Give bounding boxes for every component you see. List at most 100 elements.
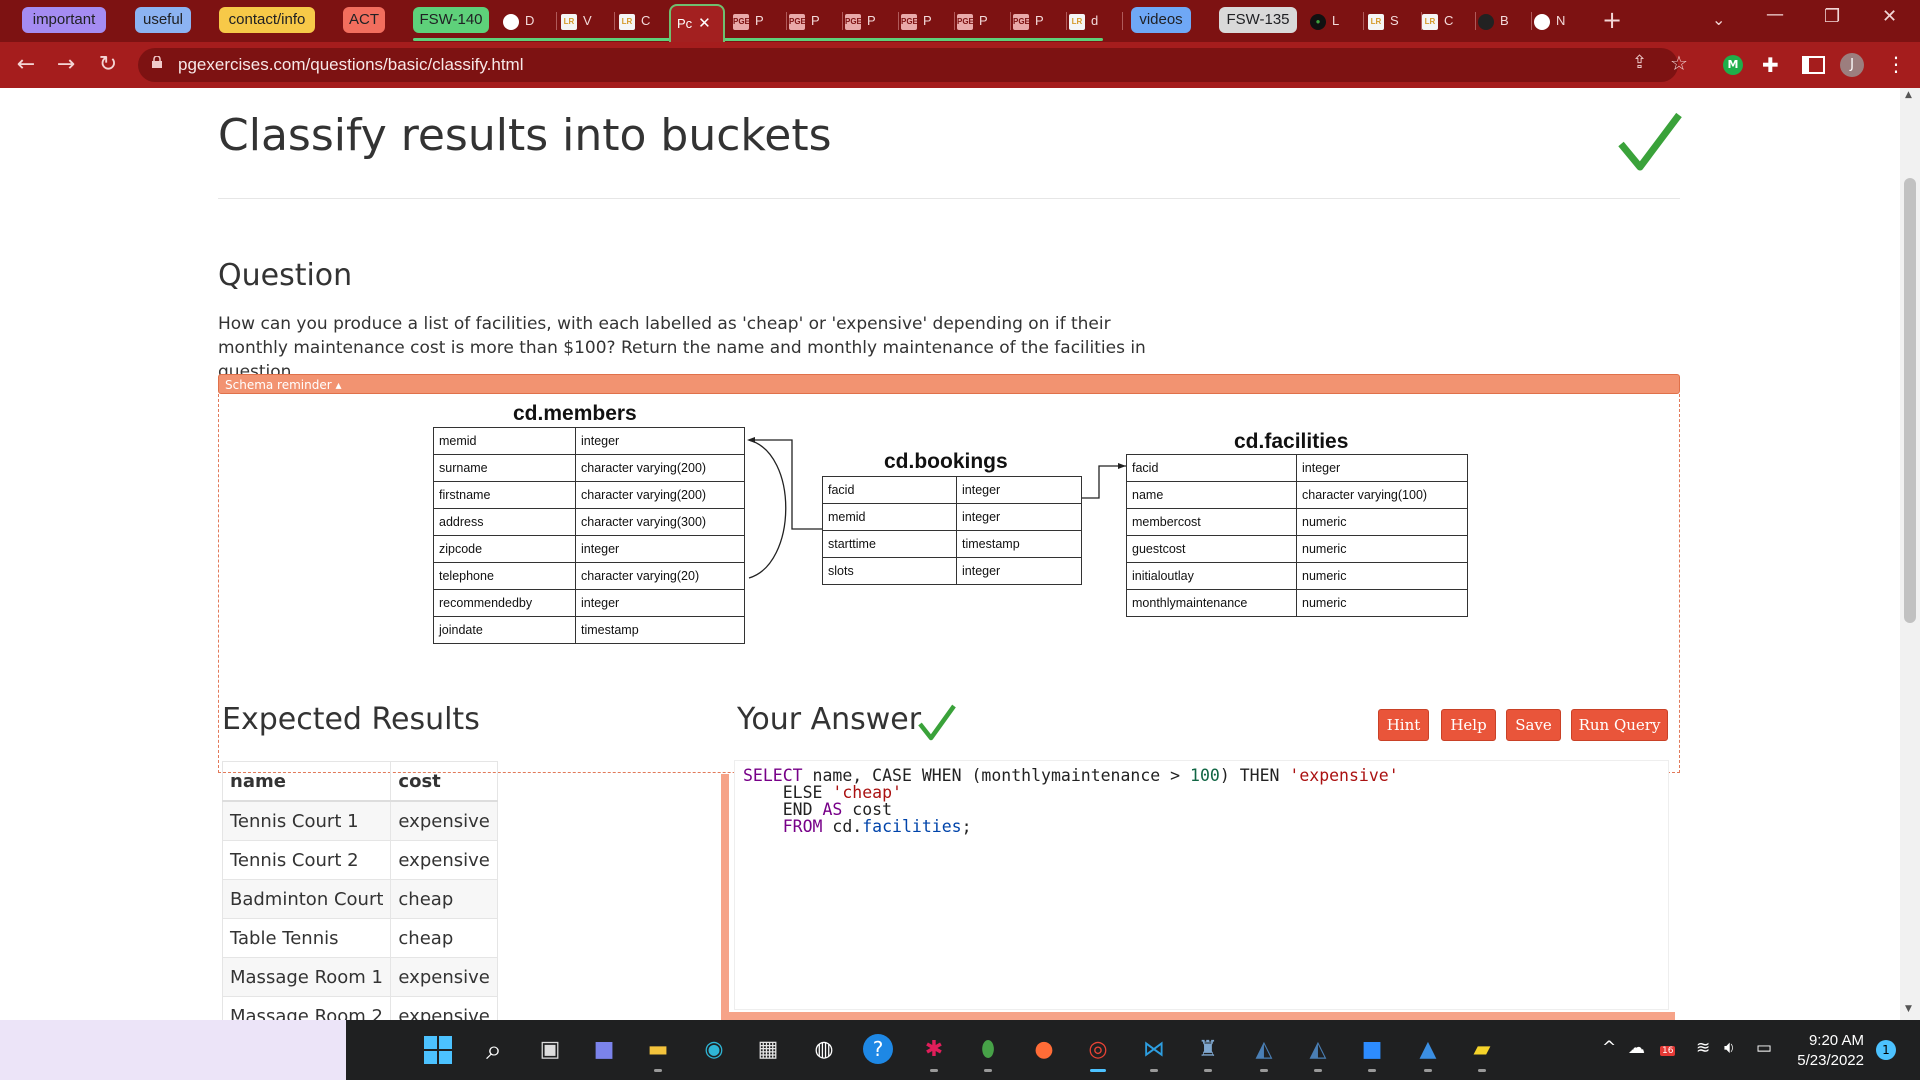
help-icon[interactable]: ?: [858, 1030, 898, 1070]
scroll-up-arrow-icon[interactable]: ▲: [1905, 90, 1912, 100]
tab-group-contact-info[interactable]: contact/info: [219, 7, 315, 33]
sql-editor[interactable]: SELECT name, CASE WHEN (monthlymaintenan…: [734, 760, 1669, 1010]
browser-tab[interactable]: PGE P: [845, 8, 899, 34]
browser-tab[interactable]: PGE P: [957, 8, 1011, 34]
edge-icon[interactable]: ◉: [694, 1030, 734, 1070]
browser-tab[interactable]: PGE P: [1013, 8, 1067, 34]
table-row: Massage Room 2 expensive: [221, 996, 498, 1020]
restore-icon[interactable]: ❐: [1824, 6, 1840, 27]
tray-app-icon[interactable]: ☁: [1628, 1038, 1645, 1058]
schema-reminder-toggle[interactable]: Schema reminder ▴: [218, 374, 1680, 394]
browser-tab[interactable]: LR C: [1422, 8, 1476, 34]
wifi-icon[interactable]: ≋: [1696, 1038, 1710, 1058]
tab-search-chevron-icon[interactable]: ⌄: [1712, 10, 1725, 29]
tab-group-useful[interactable]: useful: [135, 7, 191, 33]
teams-chat-icon[interactable]: ■: [584, 1030, 624, 1070]
title-divider: [218, 198, 1680, 199]
browser-tab[interactable]: B: [1478, 8, 1532, 34]
tray-overflow-chevron-icon[interactable]: ^: [1602, 1038, 1616, 1058]
tab-favicon: LR: [1069, 13, 1085, 30]
run-query-button[interactable]: Run Query: [1571, 709, 1668, 741]
postgres-elephant-icon[interactable]: ♜: [1188, 1030, 1228, 1072]
scroll-down-arrow-icon[interactable]: ▼: [1905, 1004, 1912, 1014]
browser-menu-icon[interactable]: ⋮: [1886, 52, 1906, 76]
share-icon[interactable]: ⇪: [1632, 52, 1647, 73]
address-bar[interactable]: pgexercises.com/questions/basic/classify…: [138, 48, 1688, 82]
tab-favicon: PGE: [957, 13, 974, 30]
extensions-puzzle-icon[interactable]: ✚: [1762, 53, 1779, 77]
tab-title: P: [811, 13, 820, 28]
editor-resize-handle[interactable]: [729, 1012, 1675, 1020]
windows-start-icon[interactable]: [418, 1030, 458, 1070]
success-check-icon: [1618, 112, 1682, 171]
store-icon[interactable]: ▦: [748, 1030, 788, 1070]
address-toolbar: ← → ↻ pgexercises.com/questions/basic/cl…: [0, 42, 1920, 88]
tab-title: C: [641, 13, 651, 28]
volume-icon[interactable]: 🔉︎: [1724, 1038, 1735, 1058]
browser-tab[interactable]: LR d: [1069, 8, 1123, 34]
mysql-workbench-icon-2[interactable]: ◭: [1298, 1030, 1338, 1072]
help-button[interactable]: Help: [1441, 709, 1496, 741]
bookmark-star-icon[interactable]: ☆: [1670, 51, 1688, 75]
app-icon[interactable]: ◍: [804, 1030, 844, 1070]
code-token: ;: [961, 817, 972, 836]
slack-icon[interactable]: ✱: [914, 1030, 954, 1072]
tab-group-videos[interactable]: videos: [1131, 7, 1191, 33]
back-arrow-icon[interactable]: ←: [12, 51, 40, 79]
tab-group-act[interactable]: ACT: [343, 7, 385, 33]
profile-avatar[interactable]: J: [1840, 53, 1864, 77]
tab-group-important[interactable]: important: [22, 7, 106, 33]
system-clock[interactable]: 9:20 AM 5/23/2022: [1782, 1031, 1864, 1071]
taskbar-empty-area: [0, 1020, 346, 1080]
close-window-icon[interactable]: ✕: [1882, 6, 1897, 27]
photos-icon[interactable]: ▲: [1408, 1030, 1448, 1072]
side-panel-icon[interactable]: [1802, 56, 1825, 74]
sql-code[interactable]: SELECT name, CASE WHEN (monthlymaintenan…: [735, 761, 1668, 841]
extension-m-icon[interactable]: M: [1723, 55, 1743, 75]
sticky-notes-icon[interactable]: ▰: [1462, 1030, 1502, 1072]
tab-title: B: [1500, 13, 1509, 28]
close-tab-icon[interactable]: ✕: [698, 15, 711, 32]
browser-tab[interactable]: N: [1534, 8, 1588, 34]
mongodb-compass-icon[interactable]: ⬮: [968, 1030, 1008, 1072]
tab-favicon: PGE: [733, 13, 750, 30]
notification-count-badge[interactable]: 1: [1876, 1040, 1896, 1060]
minimize-icon[interactable]: —: [1766, 4, 1784, 25]
url-text[interactable]: pgexercises.com/questions/basic/classify…: [178, 48, 524, 82]
panel-divider[interactable]: [721, 774, 729, 1020]
new-tab-plus-icon[interactable]: +: [1602, 6, 1622, 34]
browser-tab[interactable]: PGE P: [733, 8, 787, 34]
tab-group-fsw-135[interactable]: FSW-135: [1219, 7, 1297, 33]
postman-icon[interactable]: ●: [1024, 1030, 1064, 1070]
browser-tab[interactable]: PGE P: [901, 8, 955, 34]
task-view-icon[interactable]: ▣: [530, 1030, 570, 1070]
tab-title: S: [1390, 13, 1399, 28]
browser-tab[interactable]: LR C: [619, 8, 673, 34]
file-explorer-icon[interactable]: ▬: [638, 1030, 678, 1072]
forward-arrow-icon[interactable]: →: [52, 51, 80, 79]
browser-tab[interactable]: ● L: [1310, 8, 1364, 34]
header-row: name cost: [221, 761, 498, 802]
page-title: Classify results into buckets: [218, 110, 832, 161]
vscode-icon[interactable]: ⋈: [1134, 1030, 1174, 1072]
hint-button[interactable]: Hint: [1378, 709, 1429, 741]
cell-cost: cheap: [390, 918, 498, 958]
save-button[interactable]: Save: [1506, 709, 1561, 741]
page-scrollbar[interactable]: ▲ ▼: [1900, 88, 1920, 1020]
scrollbar-thumb[interactable]: [1904, 178, 1916, 623]
browser-tab[interactable]: D: [503, 8, 557, 34]
search-icon[interactable]: ⌕: [474, 1030, 514, 1070]
browser-tab[interactable]: PGE P: [789, 8, 843, 34]
browser-tab[interactable]: LR S: [1368, 8, 1422, 34]
browser-tab[interactable]: LR V: [561, 8, 615, 34]
browser-tab-active[interactable]: Pc ✕: [669, 4, 725, 44]
table-row: Badminton Court cheap: [221, 879, 498, 919]
zoom-icon[interactable]: ■: [1352, 1030, 1392, 1072]
page-content: Classify results into buckets Question H…: [0, 88, 1900, 1020]
chrome-icon[interactable]: ◎: [1078, 1030, 1118, 1072]
mysql-workbench-icon[interactable]: ◭: [1244, 1030, 1284, 1072]
tab-group-fsw-140[interactable]: FSW-140: [413, 7, 489, 33]
battery-icon[interactable]: ▭: [1756, 1038, 1772, 1058]
cell-cost: expensive: [390, 957, 498, 997]
reload-icon[interactable]: ↻: [94, 51, 122, 79]
